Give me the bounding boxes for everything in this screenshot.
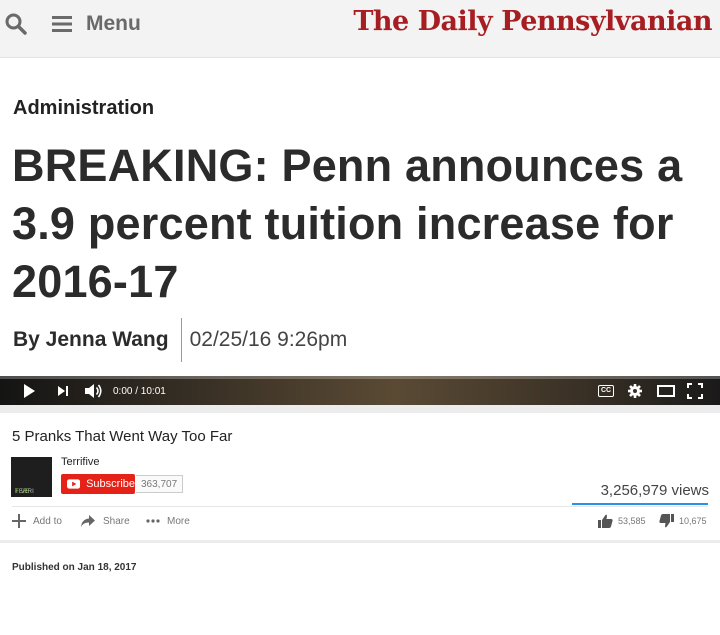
like-ratio-bar	[572, 503, 708, 505]
fullscreen-icon[interactable]	[686, 382, 704, 400]
share-label: Share	[103, 515, 130, 527]
more-icon	[146, 519, 160, 523]
add-to-label: Add to	[33, 515, 62, 527]
actions-divider	[12, 506, 708, 507]
like-count: 53,585	[618, 516, 646, 526]
published-date: Published on Jan 18, 2017	[12, 562, 137, 573]
volume-icon[interactable]	[84, 382, 104, 400]
plus-icon	[12, 514, 26, 528]
settings-icon[interactable]	[627, 382, 643, 400]
subscribe-button[interactable]: Subscribe	[61, 474, 135, 494]
publish-datetime: 02/25/16 9:26pm	[189, 328, 348, 351]
next-icon[interactable]	[56, 382, 70, 400]
play-icon[interactable]	[22, 382, 36, 400]
view-count: 3,256,979 views	[600, 482, 709, 499]
thumbs-down-icon	[659, 514, 674, 528]
article-headline: BREAKING: Penn announces a 3.9 percent t…	[12, 140, 683, 307]
section-separator-2	[0, 540, 720, 543]
like-button[interactable]: 53,585	[598, 512, 646, 530]
cc-icon[interactable]: CC	[598, 382, 615, 400]
author-name[interactable]: By Jenna Wang	[13, 328, 169, 352]
dislike-count: 10,675	[679, 516, 707, 526]
channel-name[interactable]: Terrifive	[61, 456, 100, 468]
thumbs-up-icon	[598, 514, 613, 528]
site-header: Menu The Daily Pennsylvanian	[0, 0, 720, 58]
search-icon[interactable]	[4, 12, 28, 36]
menu-label: Menu	[86, 12, 141, 35]
theater-icon[interactable]	[656, 382, 676, 400]
cc-label: CC	[598, 385, 615, 397]
video-time: 0:00 / 10:01	[113, 382, 166, 400]
hamburger-icon	[52, 16, 72, 32]
share-button[interactable]: Share	[80, 512, 130, 530]
add-to-button[interactable]: Add to	[12, 512, 62, 530]
site-logo[interactable]: The Daily Pennsylvanian	[353, 6, 712, 37]
video-title[interactable]: 5 Pranks That Went Way Too Far	[12, 428, 232, 445]
byline-divider	[180, 318, 182, 362]
video-progress-bar[interactable]	[0, 376, 720, 379]
section-separator	[0, 405, 720, 413]
more-button[interactable]: More	[146, 512, 190, 530]
article-category[interactable]: Administration	[13, 97, 154, 120]
video-time-text: 0:00 / 10:01	[113, 385, 166, 397]
video-player-controls: 0:00 / 10:01 CC	[0, 376, 720, 405]
dislike-button[interactable]: 10,675	[659, 512, 707, 530]
menu-button[interactable]: Menu	[52, 10, 141, 38]
share-icon	[81, 515, 95, 527]
youtube-play-icon	[67, 479, 81, 489]
byline: By Jenna Wang 02/25/16 9:26pm	[13, 318, 347, 362]
channel-avatar[interactable]: TERRI FIVE	[11, 457, 52, 497]
subscribe-label: Subscribe	[86, 478, 135, 490]
more-label: More	[167, 515, 190, 527]
subscriber-count: 363,707	[136, 475, 184, 493]
